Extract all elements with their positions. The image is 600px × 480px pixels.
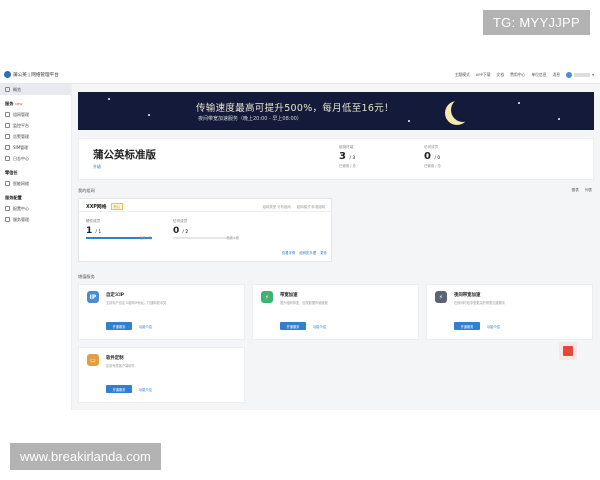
user-name-masked <box>574 72 591 77</box>
user-menu[interactable]: ▾ <box>566 71 594 78</box>
open-service-button[interactable]: 开通服务 <box>280 322 306 330</box>
promo-banner[interactable]: 传输速度最高可提升500%，每月低至16元！ 夜间带宽加速服务（晚上20:00 … <box>78 92 594 130</box>
main-content: 传输速度最高可提升500%，每月低至16元！ 夜间带宽加速服务（晚上20:00 … <box>78 92 594 403</box>
sidebar-group-config: 服务配置 <box>5 195 22 200</box>
star-decoration <box>518 102 520 104</box>
section-title-networks: 我的组网 <box>78 188 95 193</box>
network-meta: 组网类型 分布组网 组网模式 标准组网 <box>262 205 325 209</box>
gear-icon <box>5 206 10 211</box>
view-toggle-chart[interactable]: 图表 <box>572 188 579 193</box>
brand-title: 蒲公英 | 网络管理平台 <box>13 72 59 78</box>
software-icon: ▭ <box>87 354 99 366</box>
feature-intro-link[interactable]: 功能介绍 <box>139 387 152 392</box>
sidebar-item-logs[interactable]: 日志中心 <box>0 153 71 164</box>
chevron-down-icon: ▾ <box>592 72 594 77</box>
network-card[interactable]: XXP网络 默认 组网类型 分布组网 组网模式 标准组网 硬件成员 1 / 1 … <box>78 198 332 262</box>
nav-billing[interactable]: 费用中心 <box>510 72 525 78</box>
service-card: ▭ 软件定制 定制专属客户端软件 开通服务 功能介绍 <box>78 347 245 403</box>
nav-messages[interactable]: 消息 <box>553 72 561 78</box>
network-stat-hardware: 硬件成员 1 / 1 在线 / 总 <box>86 219 152 240</box>
network-icon <box>5 112 10 117</box>
home-icon <box>5 87 10 92</box>
service-card: ⚡ 夜间带宽加速 在夜间时段享受更高的带宽加速服务 开通服务 功能介绍 <box>426 284 593 340</box>
brand[interactable]: 蒲公英 | 网络管理平台 <box>0 71 74 78</box>
service-card: ⚡ 带宽加速 提升组网带宽，加快数据传输速度 开通服务 功能介绍 <box>252 284 419 340</box>
star-decoration <box>108 98 110 100</box>
service-card: IP 自定义IP 支持用户自定义组网IP地址，打通网段冲突 开通服务 功能介绍 <box>78 284 245 340</box>
feature-intro-link[interactable]: 功能介绍 <box>313 324 326 329</box>
shield-icon <box>5 181 10 186</box>
open-service-button[interactable]: 开通服务 <box>106 385 132 393</box>
network-name: XXP网络 <box>86 205 107 210</box>
service-grid: IP 自定义IP 支持用户自定义组网IP地址，打通网段冲突 开通服务 功能介绍 … <box>78 284 594 403</box>
plan-stat-devices: 组网终端 3 / 3 已使用 / 总 <box>339 145 356 168</box>
star-decoration <box>148 114 150 116</box>
nav-org-info[interactable]: 单位信息 <box>531 72 546 78</box>
sidebar-item-overview[interactable]: 概览 <box>0 84 71 95</box>
top-nav: 主题模式 APP下载 文档 费用中心 单位信息 消息 ▾ <box>455 71 600 78</box>
network-stat-visitors: 访问成员 0 / 2 在线 / 总 <box>173 219 239 240</box>
divider <box>79 211 331 212</box>
monitor-icon <box>5 123 10 128</box>
nav-docs[interactable]: 文档 <box>497 72 505 78</box>
moon-icon <box>451 98 475 122</box>
sidebar-group-services: 服务 NEW <box>5 101 23 106</box>
watermark-top: TG: MYYJJPP <box>482 10 590 35</box>
sidebar: 概览 服务 NEW 组网管理 监控平台 告警管理 SIM管理 日志中心 零信任 … <box>0 84 72 410</box>
watermark-bottom: www.breakirlanda.com <box>10 443 161 470</box>
open-service-button[interactable]: 开通服务 <box>454 322 480 330</box>
sim-icon <box>5 145 10 150</box>
view-toggle: 图表 列表 <box>572 188 592 193</box>
top-bar: 蒲公英 | 网络管理平台 主题模式 APP下载 文档 费用中心 单位信息 消息 … <box>0 66 600 84</box>
star-decoration <box>558 118 560 120</box>
nav-theme[interactable]: 主题模式 <box>455 72 470 78</box>
network-links: 查看详情 组网拓扑图 更多 <box>282 250 327 255</box>
feature-intro-link[interactable]: 功能介绍 <box>487 324 500 329</box>
network-tag: 默认 <box>111 203 123 210</box>
sidebar-group-zero-trust: 零信任 <box>5 170 18 175</box>
sidebar-item-alerts[interactable]: 告警管理 <box>0 131 71 142</box>
brand-logo-icon <box>4 71 11 78</box>
new-badge: NEW <box>15 102 23 106</box>
nav-app-download[interactable]: APP下载 <box>476 72 491 78</box>
sidebar-item-monitor[interactable]: 监控平台 <box>0 120 71 131</box>
sidebar-item-service-mgmt[interactable]: 服务管理 <box>0 214 71 225</box>
floating-promo-icon[interactable] <box>559 342 577 360</box>
sidebar-item-config-center[interactable]: 配置中心 <box>0 203 71 214</box>
link-topology[interactable]: 组网拓扑图 <box>299 250 316 255</box>
bell-icon <box>5 134 10 139</box>
link-details[interactable]: 查看详情 <box>282 250 296 255</box>
sidebar-item-smart-network[interactable]: 智能网络 <box>0 178 71 189</box>
banner-headline: 传输速度最高可提升500%，每月低至16元！ <box>196 103 394 114</box>
upgrade-link[interactable]: 升级 <box>93 164 101 170</box>
section-title-services: 增值服务 <box>78 274 95 279</box>
lightning-icon: ⚡ <box>261 291 273 303</box>
sidebar-item-network[interactable]: 组网管理 <box>0 109 71 120</box>
plan-name: 蒲公英标准版 <box>93 149 156 161</box>
service-icon <box>5 217 10 222</box>
sidebar-item-label: 概览 <box>13 86 21 92</box>
open-service-button[interactable]: 开通服务 <box>106 322 132 330</box>
gift-icon <box>563 346 573 356</box>
sidebar-item-sim[interactable]: SIM管理 <box>0 142 71 153</box>
banner-subline: 夜间带宽加速服务（晚上20:00 - 早上08:00） <box>198 116 302 122</box>
link-more[interactable]: 更多 <box>320 250 327 255</box>
feature-intro-link[interactable]: 功能介绍 <box>139 324 152 329</box>
avatar <box>566 71 573 78</box>
plan-stat-members: 访问成员 0 / 0 已使用 / 总 <box>424 145 441 168</box>
plan-card: 蒲公英标准版 升级 组网终端 3 / 3 已使用 / 总 访问成员 0 / 0 … <box>78 138 594 180</box>
log-icon <box>5 156 10 161</box>
star-decoration <box>408 120 410 122</box>
view-toggle-list[interactable]: 列表 <box>585 188 592 193</box>
boost-icon: ⚡ <box>435 291 447 303</box>
ip-icon: IP <box>87 291 99 303</box>
